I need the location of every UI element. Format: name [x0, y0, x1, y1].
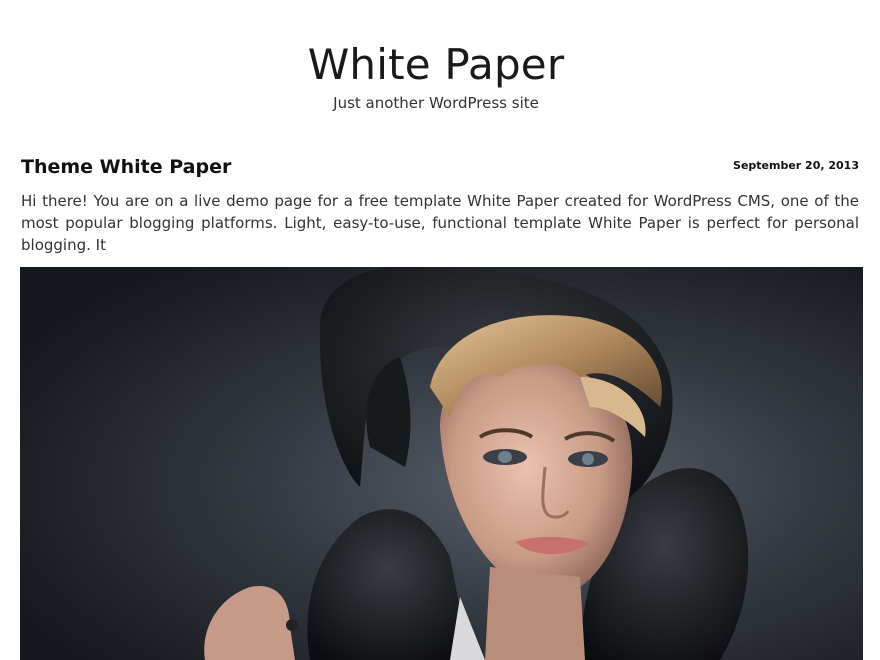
site-tagline: Just another WordPress site [333, 94, 539, 112]
post-excerpt: Hi there! You are on a live demo page fo… [21, 192, 859, 254]
portrait-photo [20, 267, 863, 660]
post-featured-image[interactable] [20, 267, 863, 660]
site-title-link[interactable]: White Paper [0, 38, 872, 92]
post-title-link[interactable]: Theme White Paper [21, 152, 231, 182]
post-date: September 20, 2013 [733, 159, 859, 172]
post-header: Theme White Paper September 20, 2013 [21, 152, 859, 182]
